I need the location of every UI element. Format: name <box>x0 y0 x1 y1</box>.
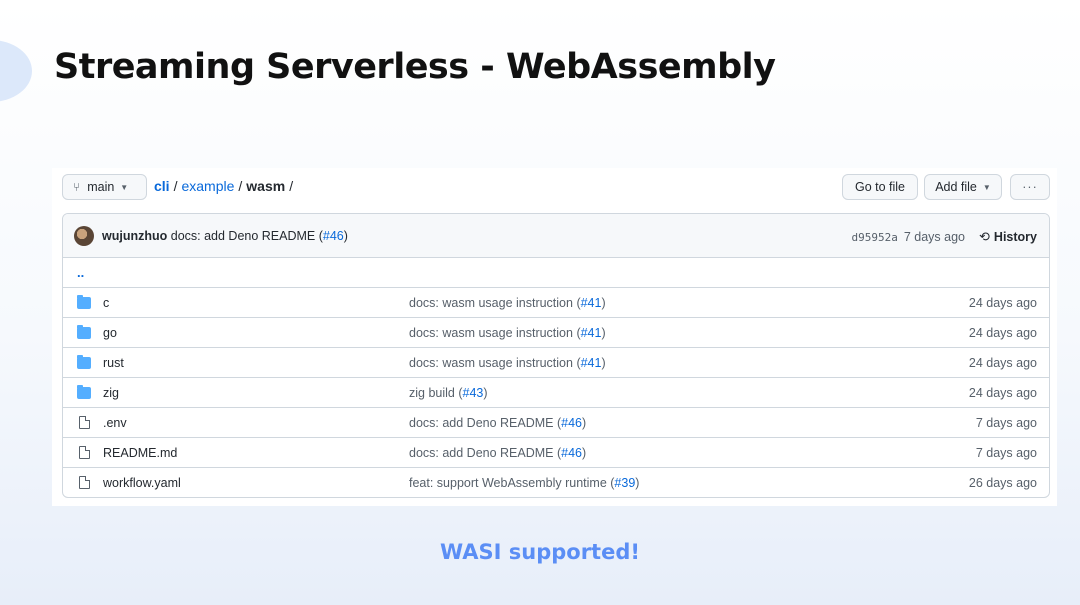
commit-pr-link[interactable]: #43 <box>463 386 484 400</box>
file-name-link[interactable]: rust <box>103 356 124 370</box>
breadcrumb-separator: / <box>238 178 243 194</box>
commit-message-text[interactable]: zig build ( <box>409 386 463 400</box>
caret-down-icon: ▼ <box>120 182 129 192</box>
avatar[interactable] <box>74 226 94 246</box>
commit-sha[interactable]: d95952a <box>851 231 897 244</box>
folder-icon <box>77 355 91 369</box>
file-name-link[interactable]: go <box>103 326 117 340</box>
folder-icon <box>77 385 91 399</box>
table-row: README.md docs: add Deno README (#46) 7 … <box>63 438 1049 468</box>
commit-age: 24 days ago <box>968 356 1037 370</box>
decorative-blob <box>0 40 32 102</box>
commit-message-text[interactable]: docs: wasm usage instruction ( <box>409 296 581 310</box>
branch-selector[interactable]: ⑂ main ▼ <box>62 174 147 200</box>
history-label: History <box>993 230 1037 244</box>
breadcrumb-current: wasm <box>246 178 286 194</box>
commit-author[interactable]: wujunzhuo <box>102 229 167 243</box>
table-row: rust docs: wasm usage instruction (#41) … <box>63 348 1049 378</box>
breadcrumb-root[interactable]: cli <box>154 178 170 194</box>
commit-pr-link[interactable]: #41 <box>581 326 602 340</box>
commit-pr-link[interactable]: #46 <box>561 446 582 460</box>
file-icon <box>79 446 90 459</box>
git-branch-icon: ⑂ <box>73 180 81 194</box>
ellipsis-icon: ··· <box>1022 180 1038 194</box>
go-to-file-label: Go to file <box>854 180 906 194</box>
commit-message: docs: add Deno README (#46) <box>409 416 587 430</box>
commit-message: docs: wasm usage instruction (#41) <box>409 296 606 310</box>
table-row: .env docs: add Deno README (#46) 7 days … <box>63 408 1049 438</box>
commit-pr-link[interactable]: #46 <box>323 229 344 243</box>
more-options-button[interactable]: ··· <box>1010 174 1050 200</box>
commit-pr-link[interactable]: #41 <box>581 356 602 370</box>
folder-icon <box>77 295 91 309</box>
file-name-link[interactable]: workflow.yaml <box>103 476 181 490</box>
table-row: zig zig build (#43) 24 days ago <box>63 378 1049 408</box>
file-icon <box>79 416 90 429</box>
commit-age: 24 days ago <box>968 386 1037 400</box>
commit-message: docs: wasm usage instruction (#41) <box>409 356 606 370</box>
table-row: go docs: wasm usage instruction (#41) 24… <box>63 318 1049 348</box>
commit-message: zig build (#43) <box>409 386 488 400</box>
commit-age: 26 days ago <box>968 476 1037 490</box>
breadcrumb: cli / example / wasm / <box>154 178 297 194</box>
file-rows: c docs: wasm usage instruction (#41) 24 … <box>63 288 1049 497</box>
add-file-button[interactable]: Add file ▼ <box>924 174 1002 200</box>
file-name-link[interactable]: c <box>103 296 109 310</box>
table-row: workflow.yaml feat: support WebAssembly … <box>63 468 1049 497</box>
commit-pr-link[interactable]: #46 <box>561 416 582 430</box>
commit-time: 7 days ago <box>903 230 966 244</box>
branch-name: main <box>87 180 115 194</box>
file-name-link[interactable]: README.md <box>103 446 177 460</box>
commit-text[interactable]: docs: add Deno README ( <box>171 229 323 243</box>
commit-message-text[interactable]: feat: support WebAssembly runtime ( <box>409 476 614 490</box>
commit-age: 24 days ago <box>968 326 1037 340</box>
file-name-link[interactable]: zig <box>103 386 119 400</box>
commit-message-text[interactable]: docs: wasm usage instruction ( <box>409 326 581 340</box>
folder-icon <box>77 325 91 339</box>
parent-directory-link[interactable]: .. <box>77 265 84 280</box>
commit-message-text[interactable]: docs: add Deno README ( <box>409 416 561 430</box>
repo-toolbar: ⑂ main ▼ cli / example / wasm / Go to file Ad… <box>62 174 1050 200</box>
commit-message: docs: wasm usage instruction (#41) <box>409 326 606 340</box>
commit-age: 24 days ago <box>968 296 1037 310</box>
breadcrumb-separator: / <box>173 178 178 194</box>
clock-icon: ⟲ <box>979 229 990 244</box>
breadcrumb-example[interactable]: example <box>181 178 234 194</box>
parent-directory-row[interactable]: .. <box>63 258 1049 288</box>
commit-age: 7 days ago <box>975 446 1037 460</box>
commit-pr-link[interactable]: #39 <box>614 476 635 490</box>
commit-age: 7 days ago <box>975 416 1037 430</box>
repo-browser-panel: ⑂ main ▼ cli / example / wasm / Go to file Ad… <box>52 168 1057 506</box>
go-to-file-button[interactable]: Go to file <box>842 174 918 200</box>
slide-title: Streaming Serverless - WebAssembly <box>54 47 776 87</box>
file-icon <box>79 476 90 489</box>
table-row: c docs: wasm usage instruction (#41) 24 … <box>63 288 1049 318</box>
commit-message: docs: add Deno README (#46) <box>409 446 587 460</box>
add-file-label: Add file <box>935 180 977 194</box>
commit-message-text[interactable]: docs: wasm usage instruction ( <box>409 356 581 370</box>
commit-text-close: ) <box>343 229 348 243</box>
commit-message: feat: support WebAssembly runtime (#39) <box>409 476 640 490</box>
latest-commit-message: wujunzhuo docs: add Deno README (#46) <box>102 229 348 243</box>
latest-commit-bar: wujunzhuo docs: add Deno README (#46) d9… <box>63 214 1049 258</box>
breadcrumb-separator: / <box>289 178 294 194</box>
history-link[interactable]: ⟲ History <box>979 229 1037 245</box>
caret-down-icon: ▼ <box>982 182 991 192</box>
file-name-link[interactable]: .env <box>103 416 127 430</box>
slide-caption: WASI supported! <box>440 540 640 564</box>
commit-message-text[interactable]: docs: add Deno README ( <box>409 446 561 460</box>
commit-meta: d95952a 7 days ago ⟲ History <box>851 229 1037 245</box>
commit-pr-link[interactable]: #41 <box>581 296 602 310</box>
file-list: wujunzhuo docs: add Deno README (#46) d9… <box>62 213 1050 498</box>
